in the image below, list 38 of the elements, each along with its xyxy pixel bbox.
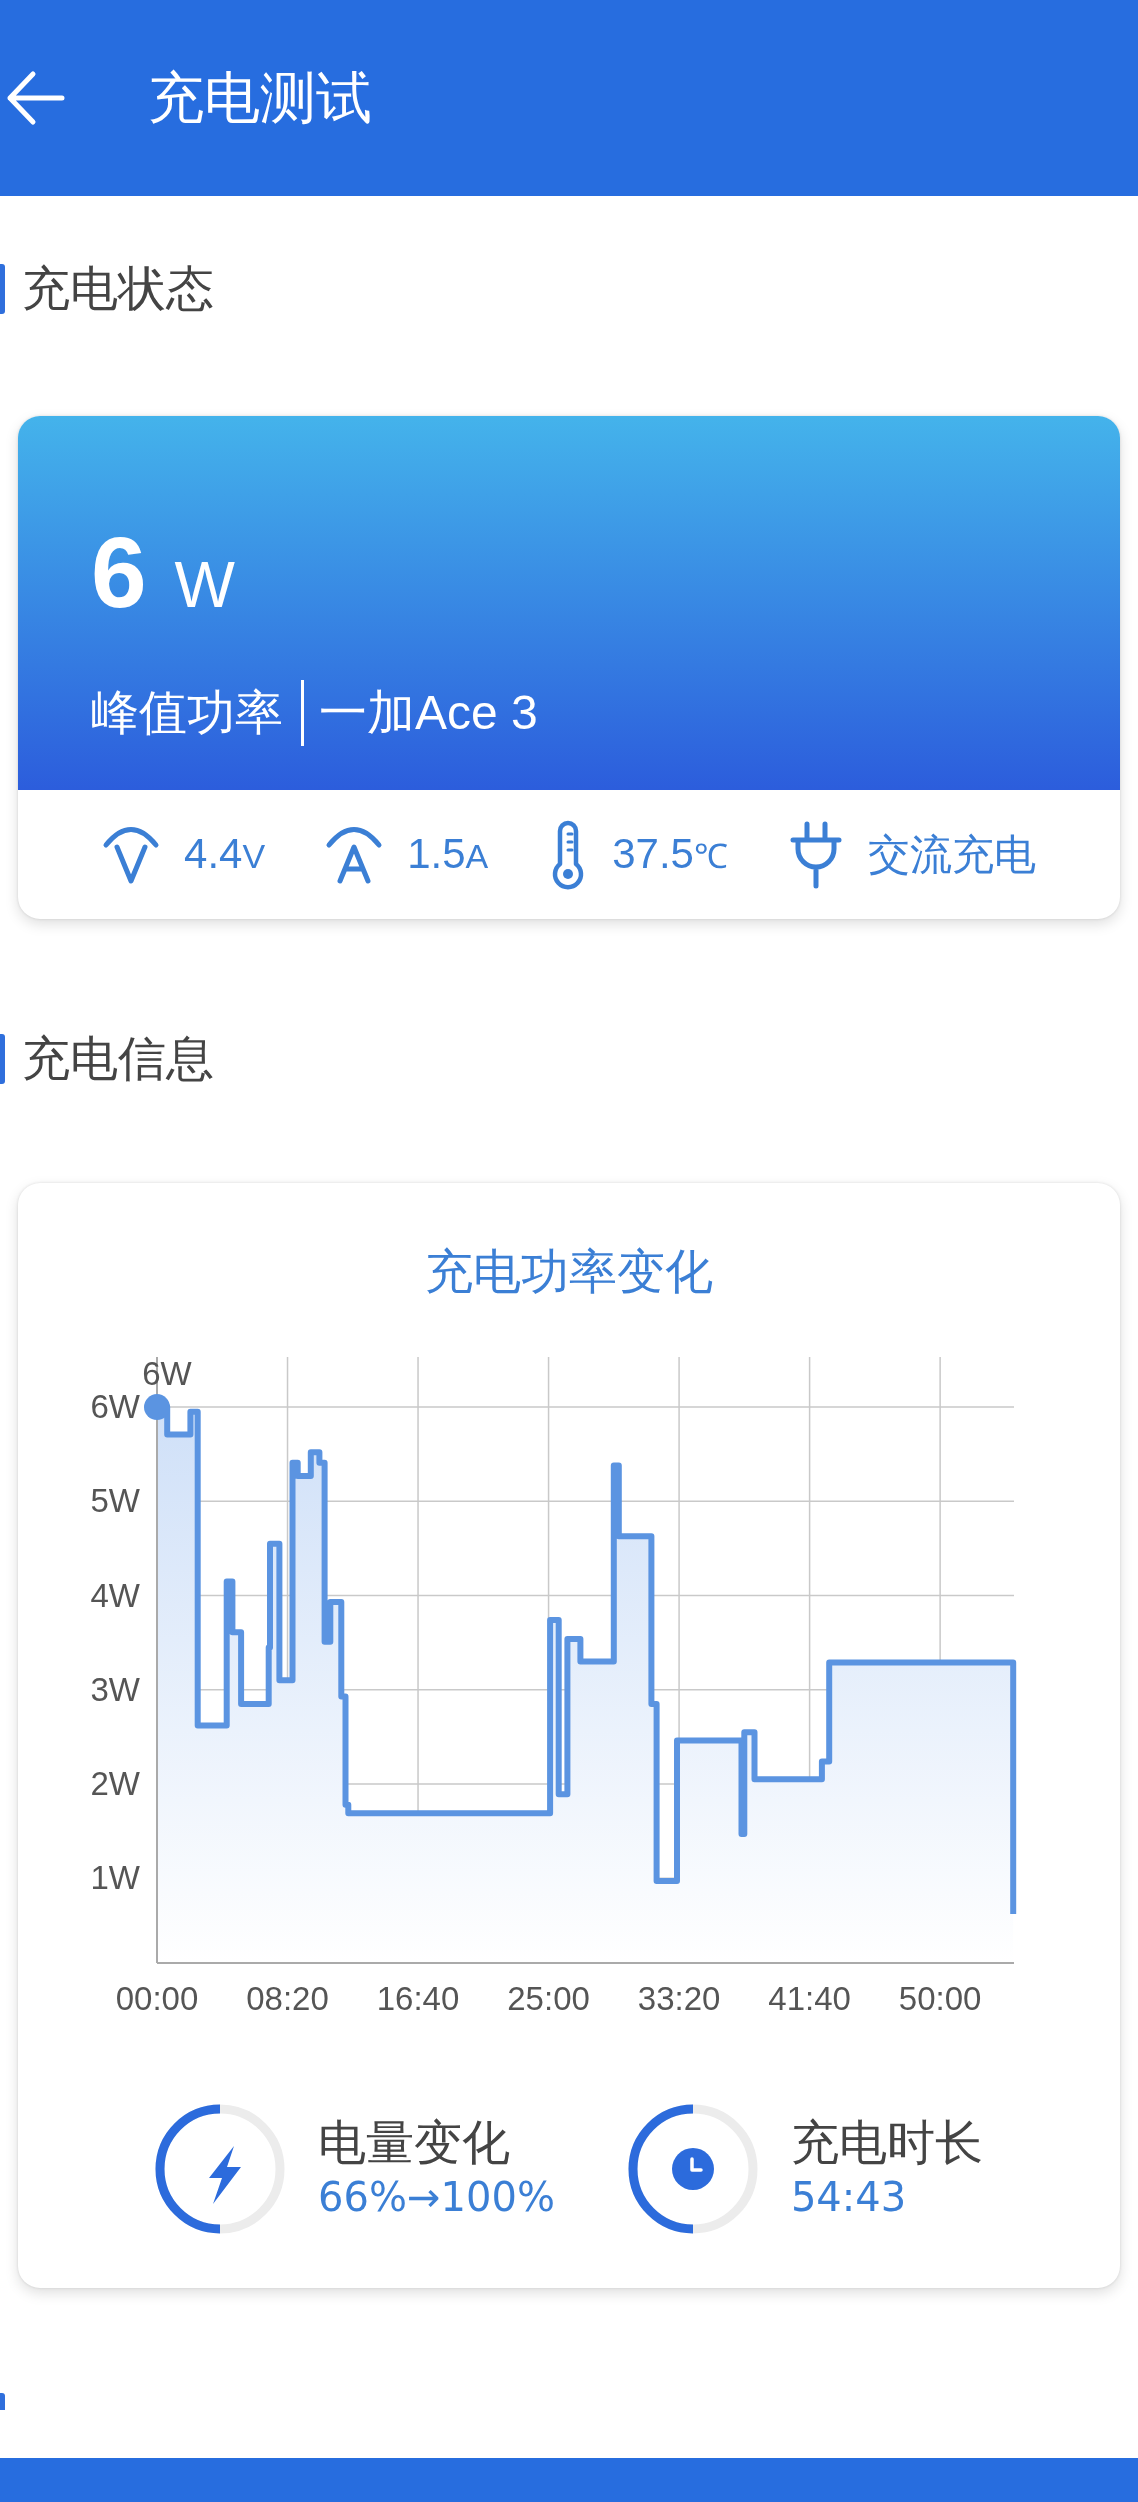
axis-label: 50:00 — [898, 1980, 982, 2017]
axis-label: 33:20 — [637, 1980, 721, 2017]
reading-value: 4.4V — [184, 828, 266, 879]
section-marker — [0, 2393, 5, 2410]
clock-ring-icon — [627, 2104, 758, 2234]
back-button[interactable] — [6, 70, 66, 126]
stat-label: 电量变化 — [318, 2115, 511, 2171]
peak-power-value: 6 W — [91, 522, 235, 630]
axis-label: 6W — [90, 1388, 140, 1426]
bolt-ring-icon — [155, 2104, 286, 2234]
page-title: 充电测试 — [148, 66, 372, 130]
axis-label: 41:40 — [768, 1980, 851, 2017]
current-icon — [325, 825, 384, 884]
voltage-icon — [102, 825, 161, 884]
power-label: 峰值功率 — [91, 685, 283, 741]
reading-value: 1.5A — [407, 828, 489, 879]
stat-label: 充电时长 — [790, 2115, 983, 2171]
section-title: 充电状态 — [22, 261, 214, 317]
axis-label: 2W — [90, 1765, 140, 1802]
reading-value: 交流充电 — [867, 829, 1036, 880]
axis-label: 4W — [90, 1576, 140, 1614]
axis-label: 3W — [90, 1670, 140, 1708]
stat-value: 54:43 — [790, 2173, 907, 2222]
section-marker — [0, 1034, 5, 1084]
device-name: 一加Ace 3 — [319, 685, 538, 741]
reading-value: 37.5℃ — [612, 828, 728, 879]
data-label: 6W — [142, 1355, 192, 1393]
section-title: 充电信息 — [22, 1031, 214, 1087]
axis-label: 00:00 — [115, 1980, 199, 2017]
chart-title: 充电功率变化 — [425, 1244, 713, 1300]
stat-value: 66%→100% — [318, 2173, 555, 2222]
arrow-left-icon — [6, 70, 66, 126]
section-marker — [0, 264, 5, 314]
axis-label: 5W — [90, 1482, 140, 1520]
axis-label: 1W — [90, 1859, 140, 1897]
axis-label: 16:40 — [376, 1980, 460, 2017]
axis-label: 25:00 — [507, 1980, 590, 2017]
axis-label: 08:20 — [246, 1980, 329, 2017]
